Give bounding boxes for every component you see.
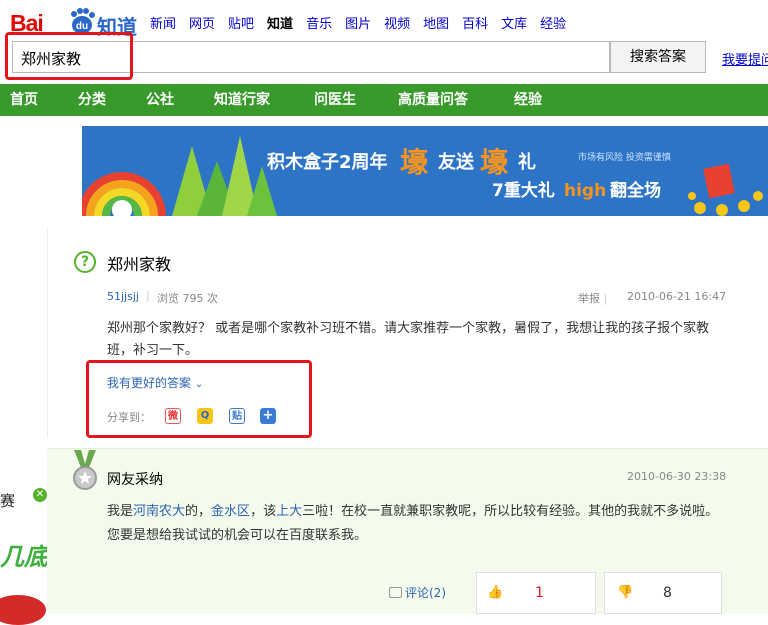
view-count: 浏览 795 次 [157,292,218,305]
comment-icon [389,587,402,598]
answer-text: 的， [185,504,212,519]
main-nav-bar: 首页 分类 公社 知道行家 问医生 高质量问答 经验 [0,84,768,116]
banner-line2-c: 翻全场 [610,180,661,201]
nav-quality-qa[interactable]: 高质量问答 [398,84,468,116]
banner-line1-b: 壕 [400,146,429,179]
asker-username[interactable]: 51jjsjj [107,290,139,303]
topnav-images[interactable]: 图片 [345,13,371,32]
left-ad-logo-fragment: 几底 [0,543,48,571]
answer-link-shangda[interactable]: 上大 [276,504,302,519]
left-ad-red-shape [0,595,46,625]
logo-du-text: du [76,21,88,32]
topnav-news[interactable]: 新闻 [150,13,176,32]
upvote-button[interactable]: 👍 1 [476,572,596,614]
promo-banner[interactable]: 积木盒子2周年 壕 友送 壕 礼 7重大礼 high 翻全场 市场有风险 投资需… [82,126,768,216]
report-label[interactable]: 举报 [578,292,600,305]
answer-text: 我是 [107,504,134,519]
answer-date: 2010-06-30 23:38 [627,470,727,483]
banner-tagline: 市场有风险 投资需谨慎 [578,151,671,163]
answer-body: 我是河南农大的，金水区，该上大三啦！在校一直就兼职家教呢，所以比较有经验。其他的… [107,500,727,548]
banner-line1-c: 友送 [438,151,475,173]
thumbs-down-icon: 👎 [617,585,634,600]
accepted-answer-title: 网友采纳 [107,472,163,488]
nav-commune[interactable]: 公社 [146,84,174,116]
meta-separator: | [146,289,150,302]
search-highlight-box [5,32,133,80]
downvote-count: 8 [663,585,672,601]
topnav-music[interactable]: 音乐 [306,13,332,32]
banner-line1-a: 积木盒子2周年 [267,151,388,173]
topnav-zhidao[interactable]: 知道 [267,13,293,32]
nav-jingyan[interactable]: 经验 [514,84,542,116]
banner-line1-d: 壕 [480,146,509,179]
thumbs-up-icon: 👍 [487,585,504,600]
topnav-baike[interactable]: 百科 [462,13,488,32]
ask-question-link[interactable]: 我要提问 [722,49,768,68]
banner-line2-b: high [564,181,606,201]
topnav-map[interactable]: 地图 [423,13,449,32]
paw-icon: du [71,8,95,34]
medal-icon [73,450,97,490]
nav-experts[interactable]: 知道行家 [214,84,270,116]
question-date: 2010-06-21 16:47 [627,290,727,303]
answer-link-henan-agri[interactable]: 河南农大 [133,504,185,519]
topnav-video[interactable]: 视频 [384,13,410,32]
share-highlight-box [86,360,312,438]
topnav-jingyan[interactable]: 经验 [540,13,566,32]
banner-graphic: 积木盒子2周年 壕 友送 壕 礼 7重大礼 high 翻全场 市场有风险 投资需… [82,126,768,216]
answer-link-jinshui[interactable]: 金水区 [211,504,250,519]
topnav-wenku[interactable]: 文库 [501,13,527,32]
upvote-count: 1 [535,585,544,601]
left-ad-fragment-text: 赛 [0,492,16,510]
comment-label[interactable]: 评论(2) [405,586,446,600]
comment-link[interactable]: 评论(2) [389,584,446,601]
question-mark-icon: ? [74,251,96,273]
topnav-web[interactable]: 网页 [189,13,215,32]
banner-line1-e: 礼 [518,151,536,173]
nav-ask-doctor[interactable]: 问医生 [314,84,356,116]
banner-line2-a: 7重大礼 [492,180,555,201]
report-link[interactable]: 举报 | [578,290,607,306]
nav-home[interactable]: 首页 [10,84,38,116]
top-nav: 新闻 网页 贴吧 知道 音乐 图片 视频 地图 百科 文库 经验 [150,13,579,32]
nav-category[interactable]: 分类 [78,84,106,116]
close-icon[interactable]: ✕ [33,488,47,502]
question-title: 郑州家教 [107,255,172,274]
search-answer-button[interactable]: 搜索答案 [610,41,706,73]
topnav-tieba[interactable]: 贴吧 [228,13,254,32]
downvote-button[interactable]: 👎 8 [604,572,722,614]
report-separator: | [603,292,608,305]
answer-text: ，该 [250,504,277,519]
question-body: 郑州那个家教好？ 或者是哪个家教补习班不错。请大家推荐一个家教，暑假了，我想让我… [107,321,710,358]
